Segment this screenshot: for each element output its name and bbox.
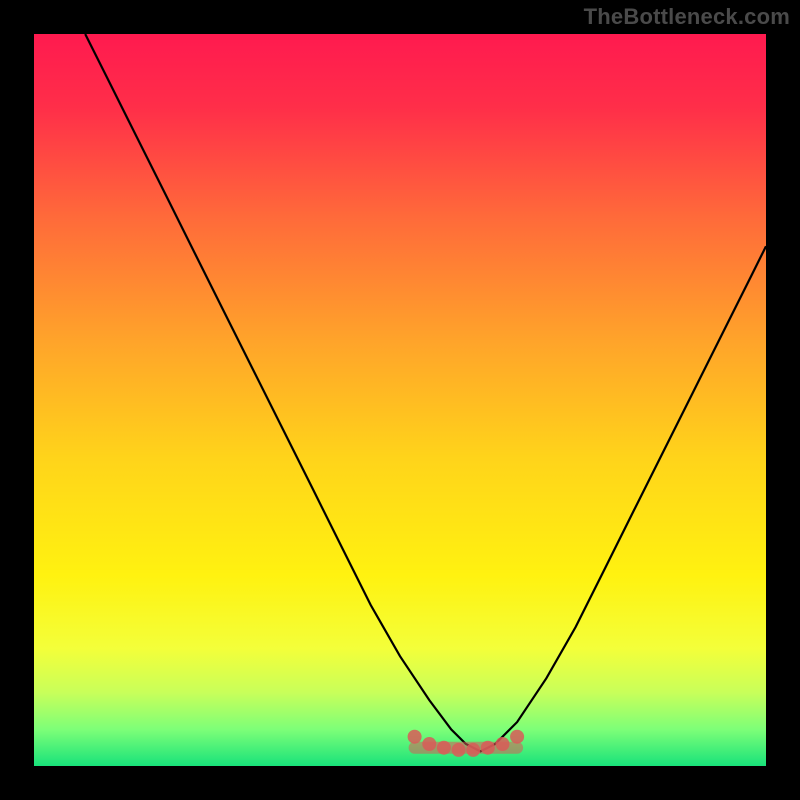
marker-dot bbox=[496, 737, 510, 751]
marker-dot bbox=[481, 741, 495, 755]
watermark-text: TheBottleneck.com bbox=[584, 4, 790, 30]
chart-frame: TheBottleneck.com bbox=[0, 0, 800, 800]
marker-dot bbox=[466, 743, 480, 757]
marker-dot bbox=[437, 741, 451, 755]
marker-dot bbox=[510, 730, 524, 744]
marker-dot bbox=[408, 730, 422, 744]
marker-dot bbox=[422, 737, 436, 751]
marker-dot bbox=[452, 743, 466, 757]
chart-svg bbox=[34, 34, 766, 766]
plot-area bbox=[34, 34, 766, 766]
